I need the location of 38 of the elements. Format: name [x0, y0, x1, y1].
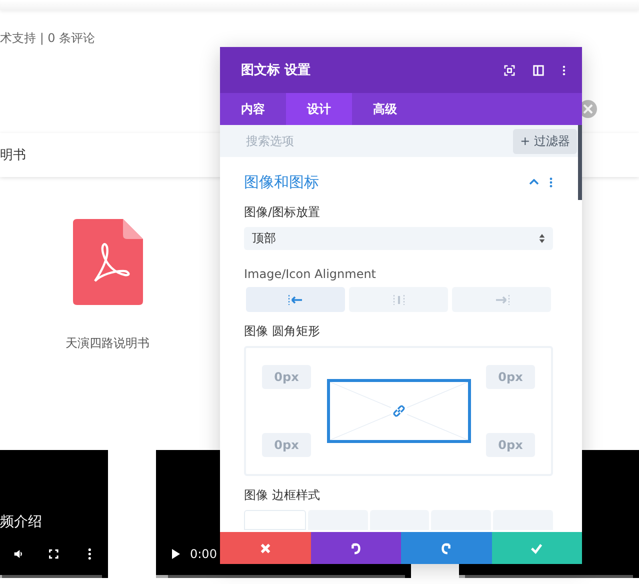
fullscreen-icon[interactable]	[49, 548, 59, 560]
sort-icon	[539, 234, 545, 243]
undo-button[interactable]	[310, 532, 401, 564]
video-player[interactable]: 频介绍	[0, 450, 108, 578]
video-progress[interactable]	[156, 575, 406, 578]
columns-icon[interactable]	[533, 64, 544, 76]
search-field[interactable]: 搜索选项	[244, 133, 514, 149]
placement-select[interactable]: 顶部	[244, 227, 553, 250]
close-icon	[258, 542, 272, 554]
volume-icon[interactable]	[14, 548, 24, 560]
panel-title: 图文标 设置	[241, 62, 312, 79]
video-time: 0:00	[190, 547, 217, 561]
check-icon	[530, 542, 544, 554]
video-progress[interactable]	[459, 575, 633, 578]
focus-icon[interactable]	[504, 64, 515, 76]
panel-tab[interactable]: 设计	[286, 93, 352, 125]
field-label: 图像 边框样式	[244, 487, 321, 504]
field-label: Image/Icon Alignment	[244, 267, 378, 281]
link-preview[interactable]	[326, 379, 470, 443]
undo-icon	[349, 542, 362, 554]
field-label: 图像 圆角矩形	[244, 323, 321, 340]
file-name[interactable]: 天演四路说明书	[66, 335, 150, 352]
section-title[interactable]: 图像和图标	[244, 172, 519, 192]
post-meta: 术支持 | 0 条评论	[0, 30, 96, 47]
tab-label[interactable]: 明书	[0, 146, 26, 164]
filter-button[interactable]: + 过滤器	[513, 128, 577, 154]
panel-tab[interactable]: 内容	[220, 93, 286, 125]
panel-tab[interactable]: 高级	[352, 93, 418, 125]
align-center-icon	[390, 294, 406, 304]
video-caption: 频介绍	[0, 513, 43, 531]
more-icon[interactable]	[562, 64, 566, 76]
field-label: 图像/图标放置	[244, 204, 322, 221]
play-icon[interactable]	[170, 548, 182, 560]
redo-icon	[440, 542, 453, 554]
pdf-file-icon[interactable]	[72, 219, 142, 305]
align-right-icon	[494, 294, 510, 304]
align-left-icon	[288, 294, 304, 304]
chevron-icon[interactable]	[529, 179, 539, 185]
